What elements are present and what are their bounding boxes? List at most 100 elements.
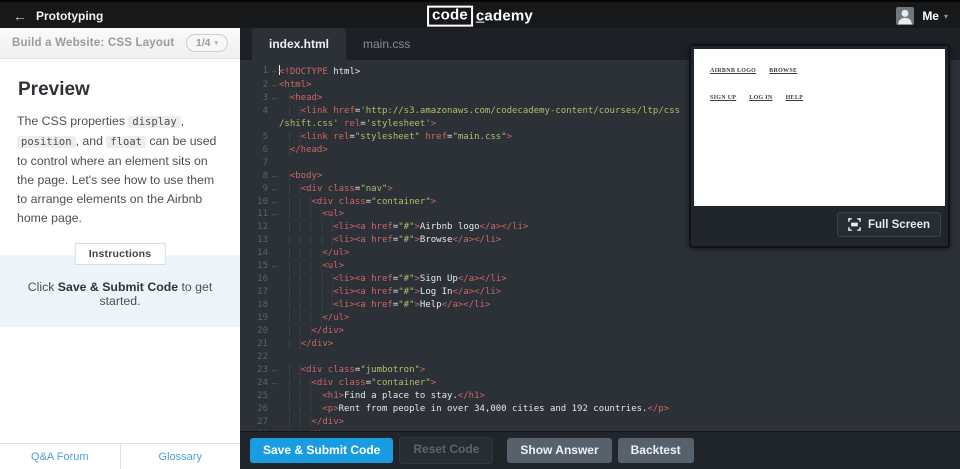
instructions-section: Instructions Click Save & Submit Code to… bbox=[0, 255, 240, 327]
inline-code-chip: position bbox=[17, 136, 76, 148]
fold-marker-icon[interactable]: – bbox=[270, 92, 279, 105]
code-line[interactable]: 19 </ul> bbox=[240, 312, 960, 325]
code-line[interactable]: 25 <h1>Find a place to stay.</h1> bbox=[240, 390, 960, 403]
code-line[interactable]: 26 <p>Rent from people in over 34,000 ci… bbox=[240, 403, 960, 416]
code-text: </ul> bbox=[279, 247, 960, 260]
fullscreen-button[interactable]: Full Screen bbox=[837, 212, 941, 237]
back-arrow-icon: ← bbox=[13, 9, 27, 23]
fold-marker-icon[interactable]: – bbox=[270, 260, 279, 273]
line-number: 9 bbox=[244, 183, 270, 196]
line-number: 6 bbox=[244, 144, 270, 157]
code-text: </div> bbox=[279, 325, 960, 338]
code-line[interactable]: 16 <li><a href="#">Sign Up</a></li> bbox=[240, 273, 960, 286]
fold-marker-icon[interactable]: – bbox=[270, 79, 279, 92]
line-number: 20 bbox=[244, 325, 270, 338]
line-number: 25 bbox=[244, 390, 270, 403]
text: Click bbox=[28, 280, 58, 294]
fold-marker-icon[interactable]: – bbox=[270, 377, 279, 390]
tab-index-html[interactable]: index.html bbox=[252, 28, 346, 60]
fullscreen-label: Full Screen bbox=[868, 219, 930, 231]
preview-nav-row-2: SIGN UP LOG IN HELP bbox=[710, 86, 945, 104]
text: , and bbox=[76, 134, 107, 148]
code-text: <li><a href="#">Log In</a></li> bbox=[279, 286, 960, 299]
section-title: Preview bbox=[18, 79, 222, 101]
lesson-description: The CSS properties display, position, an… bbox=[17, 112, 223, 228]
line-number: 26 bbox=[244, 403, 270, 416]
preview-panel: AIRBNB LOGO BROWSE SIGN UP LOG IN HELP Full… bbox=[689, 44, 950, 248]
code-text: <ul> bbox=[279, 260, 960, 273]
line-number: 1 bbox=[244, 65, 270, 78]
fold-marker-icon[interactable]: – bbox=[270, 208, 279, 221]
code-line[interactable]: 14 </ul> bbox=[240, 247, 960, 260]
code-text: </ul> bbox=[279, 312, 960, 325]
course-name: Prototyping bbox=[36, 9, 103, 23]
lesson-title: Build a Website: CSS Layout bbox=[12, 37, 174, 49]
fold-marker-icon[interactable]: – bbox=[270, 170, 279, 183]
progress-value: 1/4 bbox=[196, 37, 211, 49]
code-text: <h1>Find a place to stay.</h1> bbox=[279, 390, 960, 403]
preview-link-browse[interactable]: BROWSE bbox=[769, 68, 797, 74]
code-line[interactable]: 24– <div class="container"> bbox=[240, 377, 960, 390]
code-line[interactable]: 17 <li><a href="#">Log In</a></li> bbox=[240, 286, 960, 299]
lesson-header: Build a Website: CSS Layout 1/4 ▾ bbox=[0, 28, 240, 59]
code-line[interactable]: 20 </div> bbox=[240, 325, 960, 338]
preview-link-log-in[interactable]: LOG IN bbox=[749, 95, 772, 101]
code-text bbox=[279, 351, 960, 364]
fold-marker-icon[interactable]: – bbox=[270, 196, 279, 209]
preview-link-sign-up[interactable]: SIGN UP bbox=[710, 95, 736, 101]
line-number: 27 bbox=[244, 416, 270, 429]
line-number: 7 bbox=[244, 157, 270, 170]
text: The CSS properties bbox=[17, 114, 128, 128]
chevron-down-icon: ▾ bbox=[944, 12, 948, 21]
preview-link-airbnb-logo[interactable]: AIRBNB LOGO bbox=[710, 68, 756, 74]
line-number: 2 bbox=[244, 79, 270, 92]
code-line[interactable]: 21 </div> bbox=[240, 338, 960, 351]
code-text: <div class="jumbotron"> bbox=[279, 364, 960, 377]
tab-main-css[interactable]: main.css bbox=[346, 28, 427, 60]
instructions-tab[interactable]: Instructions bbox=[75, 243, 166, 265]
code-line[interactable]: 22 bbox=[240, 351, 960, 364]
line-number: 4 bbox=[244, 105, 270, 118]
fold-marker-icon[interactable]: – bbox=[270, 364, 279, 377]
line-number: 22 bbox=[244, 351, 270, 364]
codecademy-logo[interactable]: code cademy bbox=[427, 6, 533, 27]
line-number: 10 bbox=[244, 196, 270, 209]
code-line[interactable]: 27 </div> bbox=[240, 416, 960, 429]
chevron-down-icon: ▾ bbox=[214, 39, 218, 47]
app-window: ← Prototyping code cademy Me ▾ Build a W… bbox=[0, 0, 960, 469]
panel-spacer bbox=[0, 327, 240, 443]
inline-code-chip: float bbox=[106, 136, 146, 148]
save-submit-code-button[interactable]: Save & Submit Code bbox=[250, 438, 393, 463]
q-a-forum-link[interactable]: Q&A Forum bbox=[0, 444, 120, 469]
back-navigation[interactable]: ← Prototyping bbox=[0, 9, 103, 23]
show-answer-button[interactable]: Show Answer bbox=[507, 438, 611, 463]
backtest-button[interactable]: Backtest bbox=[618, 438, 694, 463]
action-bar: Save & Submit CodeReset Code Show Answer B… bbox=[240, 431, 960, 469]
preview-toolbar: Full Screen bbox=[691, 209, 948, 240]
bold-text: Save & Submit Code bbox=[58, 280, 178, 294]
fold-marker-icon[interactable]: – bbox=[270, 65, 279, 78]
code-text: </div> bbox=[279, 338, 960, 351]
line-number: 13 bbox=[244, 234, 270, 247]
logo-cademy-text: cademy bbox=[476, 8, 533, 24]
text: , bbox=[181, 114, 184, 128]
user-menu[interactable]: Me ▾ bbox=[896, 7, 960, 25]
code-line[interactable]: 15– <ul> bbox=[240, 260, 960, 273]
logo-code-box: code bbox=[427, 6, 473, 27]
preview-nav-row-1: AIRBNB LOGO BROWSE bbox=[710, 59, 945, 77]
progress-dropdown[interactable]: 1/4 ▾ bbox=[186, 34, 228, 52]
line-number: 18 bbox=[244, 299, 270, 312]
line-number: 19 bbox=[244, 312, 270, 325]
code-text: <div class="container"> bbox=[279, 377, 960, 390]
preview-screen: AIRBNB LOGO BROWSE SIGN UP LOG IN HELP bbox=[694, 49, 945, 206]
reset-code-button[interactable]: Reset Code bbox=[399, 437, 493, 464]
line-number: 21 bbox=[244, 338, 270, 351]
line-number: 5 bbox=[244, 131, 270, 144]
preview-link-help[interactable]: HELP bbox=[786, 95, 804, 101]
line-number: 16 bbox=[244, 273, 270, 286]
glossary-link[interactable]: Glossary bbox=[120, 444, 241, 469]
code-line[interactable]: 18 <li><a href="#">Help</a></li> bbox=[240, 299, 960, 312]
fold-marker-icon[interactable]: – bbox=[270, 183, 279, 196]
code-line[interactable]: 23– <div class="jumbotron"> bbox=[240, 364, 960, 377]
lesson-panel: Build a Website: CSS Layout 1/4 ▾ Previe… bbox=[0, 28, 240, 469]
